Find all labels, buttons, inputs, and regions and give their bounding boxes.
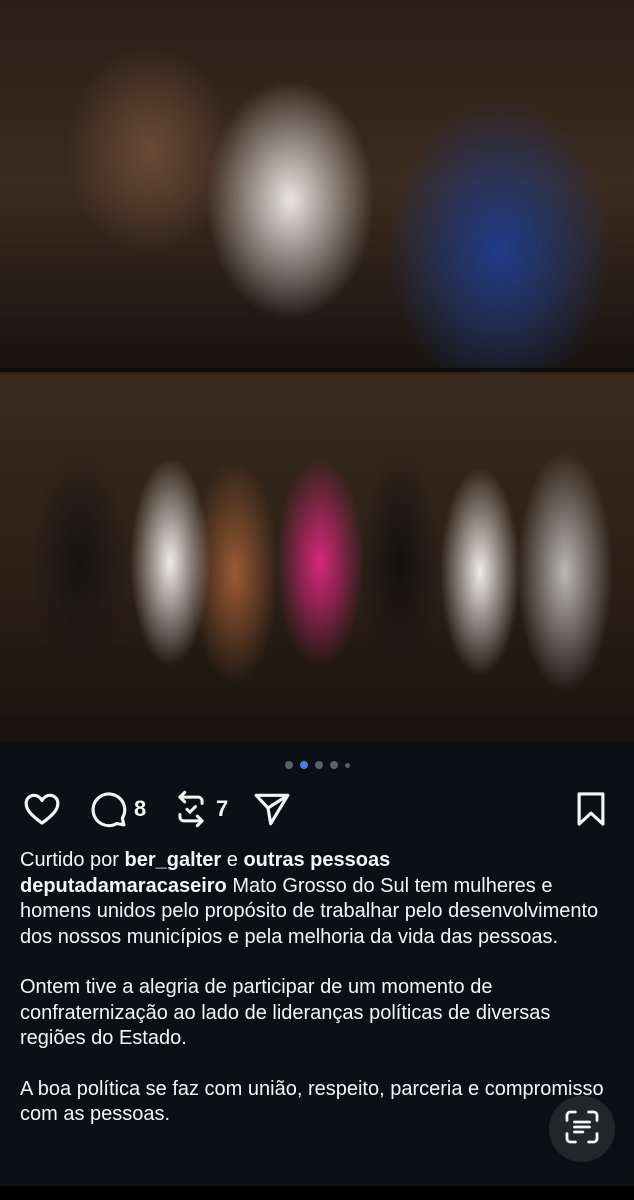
post-caption: Curtido por ber_galter e outras pessoas … bbox=[20, 848, 620, 1128]
bottom-edge bbox=[0, 1186, 634, 1200]
repost-button[interactable]: 7 bbox=[172, 785, 228, 833]
carousel-dot-active bbox=[299, 761, 308, 769]
caption-paragraph-2: Ontem tive a alegria de participar de um… bbox=[20, 976, 551, 1049]
post-photo-top bbox=[0, 0, 634, 372]
carousel-dot bbox=[284, 761, 293, 769]
like-button[interactable] bbox=[22, 785, 62, 833]
carousel-indicator bbox=[0, 758, 634, 772]
text-scan-button[interactable] bbox=[549, 1096, 615, 1162]
liked-by-user-link[interactable]: ber_galter bbox=[125, 849, 222, 871]
caption-paragraph-3: A boa política se faz com união, respeit… bbox=[20, 1077, 604, 1126]
bookmark-icon bbox=[572, 790, 610, 828]
comment-button[interactable]: 8 bbox=[88, 785, 146, 833]
carousel-dot bbox=[329, 761, 338, 769]
repost-icon bbox=[172, 790, 210, 828]
post-photo-bottom bbox=[0, 372, 634, 742]
comment-bubble-icon bbox=[88, 789, 128, 829]
carousel-dot bbox=[314, 761, 323, 769]
likes-prefix: Curtido por bbox=[20, 849, 125, 871]
share-button[interactable] bbox=[252, 785, 292, 833]
post-media-carousel[interactable] bbox=[0, 0, 634, 742]
caption-paragraph-1: deputadamaracaseiro Mato Grosso do Sul t… bbox=[20, 874, 620, 951]
comments-count: 8 bbox=[134, 796, 147, 821]
save-button[interactable] bbox=[572, 785, 610, 833]
likes-line: Curtido por ber_galter e outras pessoas bbox=[20, 848, 620, 874]
paper-plane-icon bbox=[252, 789, 292, 829]
likes-middle: e bbox=[221, 849, 244, 871]
caption-username-link[interactable]: deputadamaracaseiro bbox=[20, 875, 227, 897]
carousel-dot bbox=[344, 762, 350, 768]
photo-divider bbox=[0, 368, 634, 376]
reposts-count: 7 bbox=[216, 796, 229, 821]
post-action-bar: 8 7 bbox=[0, 785, 634, 833]
heart-icon bbox=[22, 789, 62, 829]
liked-by-others-link[interactable]: outras pessoas bbox=[243, 849, 390, 871]
text-scan-icon bbox=[562, 1107, 602, 1152]
